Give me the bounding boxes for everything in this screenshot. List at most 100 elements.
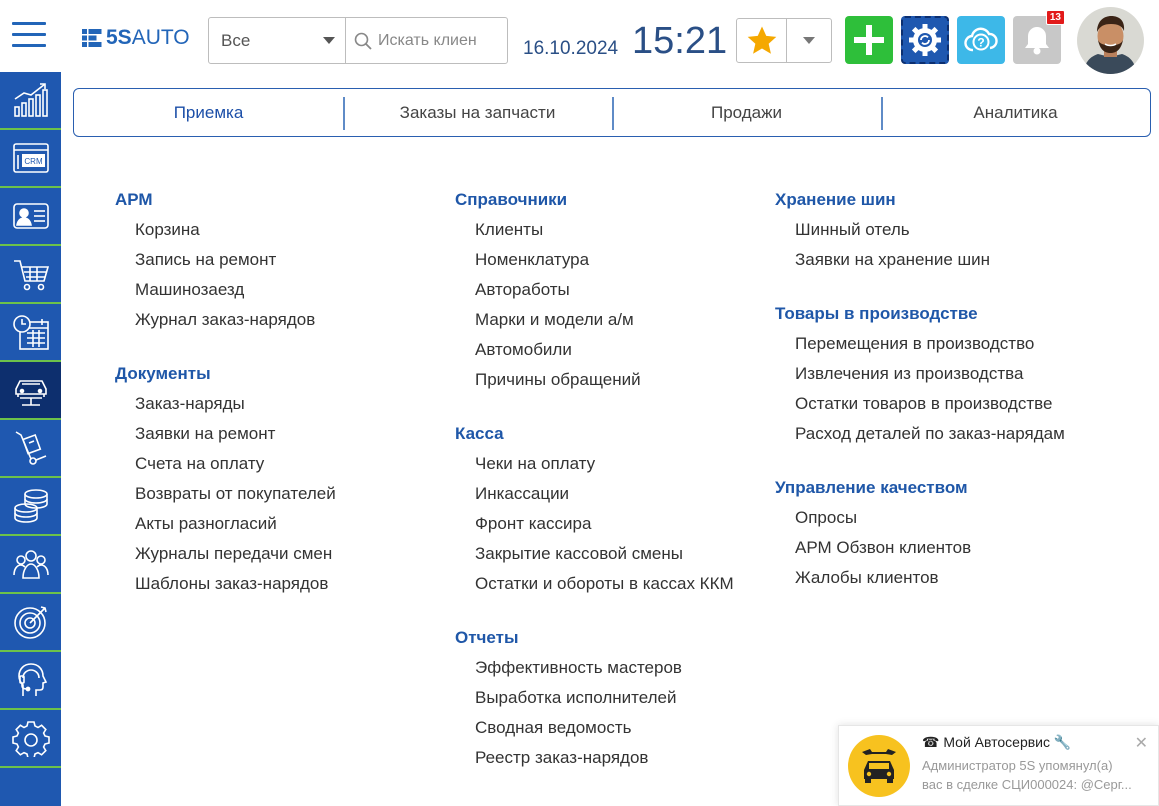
notification-count-badge: 13 [1045, 10, 1065, 25]
sidebar-item-analytics[interactable] [0, 72, 61, 130]
menu-link[interactable]: Расход деталей по заказ-нарядам [795, 416, 1065, 446]
menu-link[interactable]: Машинозаезд [135, 272, 336, 302]
menu-link[interactable]: Номенклатура [475, 242, 734, 272]
search-scope-value: Все [221, 30, 251, 50]
menu-section: АРМ Корзина Запись на ремонт Машинозаезд Жур… [115, 188, 336, 332]
target-icon [13, 606, 47, 639]
sidebar-item-reception[interactable] [0, 362, 61, 420]
menu-link[interactable]: Заявки на ремонт [135, 416, 336, 446]
bell-icon [1025, 27, 1049, 55]
coins-stack-icon [13, 489, 48, 523]
people-group-icon [12, 550, 49, 579]
menu-section-title[interactable]: Справочники [455, 188, 734, 212]
menu-section-title[interactable]: Хранение шин [775, 188, 1065, 212]
menu-link[interactable]: Остатки и обороты в кассах ККМ [475, 566, 734, 596]
menu-link[interactable]: Реестр заказ-нарядов [475, 740, 734, 770]
avatar[interactable] [1077, 7, 1144, 74]
menu-link[interactable]: Выработка исполнителей [475, 680, 734, 710]
close-icon[interactable]: ✕ [1135, 733, 1148, 753]
notification-toast[interactable]: ☎ Мой Автосервис 🔧 Администратор 5S упом… [838, 725, 1159, 806]
menu-section: Документы Заказ-наряды Заявки на ремонт Сче… [115, 362, 336, 596]
menu-link[interactable]: Шаблоны заказ-нарядов [135, 566, 336, 596]
menu-section-title[interactable]: Документы [115, 362, 336, 386]
settings-sync-button[interactable] [901, 16, 949, 64]
sidebar-item-marketing[interactable] [0, 594, 61, 652]
menu-link[interactable]: Фронт кассира [475, 506, 734, 536]
menu-section-title[interactable]: Отчеты [455, 626, 734, 650]
menu-link[interactable]: Корзина [135, 212, 336, 242]
menu-link[interactable]: Шинный отель [795, 212, 1065, 242]
calendar-clock-icon [12, 315, 49, 350]
menu-link[interactable]: Заявки на хранение шин [795, 242, 1065, 272]
menu-section: Справочники Клиенты Номенклатура Автоработы… [455, 188, 734, 392]
current-date: 16.10.2024 [523, 38, 619, 59]
menu-link[interactable]: Закрытие кассовой смены [475, 536, 734, 566]
sidebar: CRM [0, 72, 61, 806]
car-service-icon [848, 735, 910, 797]
menu-section: Касса Чеки на оплату Инкассации Фронт касси… [455, 422, 734, 596]
user-avatar-icon [1077, 7, 1144, 74]
menu-link[interactable]: Извлечения из производства [795, 356, 1065, 386]
menu-link[interactable]: Запись на ремонт [135, 242, 336, 272]
menu-link[interactable]: Возвраты от покупателей [135, 476, 336, 506]
menu-link[interactable]: Счета на оплату [135, 446, 336, 476]
menu-section: Товары в производстве Перемещения в произ… [775, 302, 1065, 446]
menu-link[interactable]: Жалобы клиентов [795, 560, 1065, 590]
menu-link[interactable]: Заказ-наряды [135, 386, 336, 416]
menu-section-title[interactable]: АРМ [115, 188, 336, 212]
menu-link[interactable]: АРМ Обзвон клиентов [795, 530, 1065, 560]
sidebar-item-staff[interactable] [0, 536, 61, 594]
sidebar-item-support[interactable] [0, 652, 61, 710]
menu-link[interactable]: Журнал заказ-нарядов [135, 302, 336, 332]
search-scope-select[interactable]: Все [209, 18, 346, 63]
search-group: Все [208, 17, 508, 64]
chevron-down-icon [803, 37, 815, 44]
favorites-button[interactable] [737, 19, 787, 62]
favorites-dropdown[interactable] [787, 19, 831, 62]
menu-link[interactable]: Журналы передачи смен [135, 536, 336, 566]
tab-analytics[interactable]: Аналитика [881, 89, 1150, 136]
tab-reception[interactable]: Приемка [74, 89, 343, 136]
sidebar-item-settings[interactable] [0, 710, 61, 768]
contact-card-icon [12, 203, 49, 229]
menu-link[interactable]: Автомобили [475, 332, 734, 362]
svg-text:CRM: CRM [24, 157, 43, 166]
menu-link[interactable]: Эффективность мастеров [475, 650, 734, 680]
sidebar-item-cart[interactable] [0, 246, 61, 304]
menu-section-title[interactable]: Управление качеством [775, 476, 1065, 500]
help-cloud-icon: ? [964, 27, 998, 52]
menu-link[interactable]: Клиенты [475, 212, 734, 242]
gear-sync-icon [909, 24, 941, 56]
help-button[interactable]: ? [957, 16, 1005, 64]
menu-link[interactable]: Чеки на оплату [475, 446, 734, 476]
search-input[interactable] [378, 31, 498, 50]
logo[interactable]: 5SAUTO [82, 26, 190, 49]
sidebar-item-calendar[interactable] [0, 304, 61, 362]
menu-link[interactable]: Марки и модели а/м [475, 302, 734, 332]
hand-truck-icon [15, 431, 46, 465]
menu-link[interactable]: Автоработы [475, 272, 734, 302]
tab-parts-orders[interactable]: Заказы на запчасти [343, 89, 612, 136]
menu-link[interactable]: Акты разногласий [135, 506, 336, 536]
sidebar-item-contacts[interactable] [0, 188, 61, 246]
menu-link[interactable]: Перемещения в производство [795, 326, 1065, 356]
search-input-wrap [346, 18, 507, 63]
notifications-button[interactable]: 13 [1013, 10, 1065, 64]
menu-link[interactable]: Сводная ведомость [475, 710, 734, 740]
top-bar: 5SAUTO Все 16.10.2024 15:21 [0, 0, 1159, 74]
menu-link[interactable]: Остатки товаров в производстве [795, 386, 1065, 416]
tab-sales[interactable]: Продажи [612, 89, 881, 136]
menu-link[interactable]: Опросы [795, 500, 1065, 530]
add-button[interactable] [845, 16, 893, 64]
sidebar-item-finance[interactable] [0, 478, 61, 536]
plus-icon [854, 25, 884, 55]
menu-section-title[interactable]: Товары в производстве [775, 302, 1065, 326]
menu-link[interactable]: Инкассации [475, 476, 734, 506]
menu-link[interactable]: Причины обращений [475, 362, 734, 392]
favorites-control [736, 18, 832, 63]
logo-text: 5SAUTO [106, 26, 190, 49]
sidebar-item-crm[interactable]: CRM [0, 130, 61, 188]
hamburger-menu-icon[interactable] [12, 22, 46, 48]
sidebar-item-warehouse[interactable] [0, 420, 61, 478]
menu-section-title[interactable]: Касса [455, 422, 734, 446]
